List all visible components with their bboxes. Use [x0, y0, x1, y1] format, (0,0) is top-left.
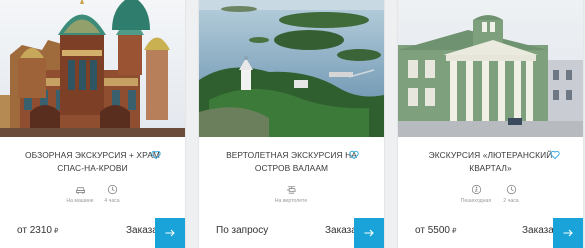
tour-features: На машине 4 часа — [0, 184, 185, 208]
tour-card-lutheran-quarter[interactable]: ЭКСКУРСИЯ «ЛЮТЕРАНСКИЙ КВАРТАЛ» Пешеходн… — [398, 0, 583, 248]
favorite-heart-icon[interactable] — [349, 150, 359, 160]
price: По запросу — [216, 225, 268, 236]
arrow-right-icon — [563, 229, 573, 237]
tour-card-church-savior[interactable]: ОБЗОРНАЯ ЭКСКУРСИЯ + ХРАМ СПАС-НА-КРОВИ … — [0, 0, 185, 248]
tour-photo-lutheran[interactable] — [398, 0, 583, 137]
favorite-heart-icon[interactable] — [550, 150, 560, 160]
feature-label: 4 часа — [104, 198, 120, 204]
order-button[interactable] — [553, 218, 583, 248]
tour-cards: ОБЗОРНАЯ ЭКСКУРСИЯ + ХРАМ СПАС-НА-КРОВИ … — [0, 0, 585, 248]
currency-symbol: ₽ — [53, 228, 59, 235]
order-button[interactable] — [155, 218, 185, 248]
feature-label: 2 часа — [503, 198, 519, 204]
price: от 5500 ₽ — [415, 225, 456, 236]
helicopter-icon — [286, 186, 296, 194]
price-value: от 2310 — [17, 225, 52, 236]
tour-card-valaam-helicopter[interactable]: ВЕРТОЛЕТНАЯ ЭКСКУРСИЯ НА ОСТРОВ ВАЛААМ Н… — [199, 0, 384, 248]
arrow-right-icon — [165, 229, 175, 237]
feature-label: На вертолете — [274, 198, 308, 204]
currency-symbol: ₽ — [451, 228, 457, 235]
price: от 2310 ₽ — [17, 225, 58, 236]
arrow-right-icon — [364, 229, 374, 237]
price-value: от 5500 — [415, 225, 450, 236]
car-icon — [75, 187, 85, 194]
favorite-heart-icon[interactable] — [151, 150, 161, 160]
tour-features: На вертолете — [199, 184, 384, 208]
tour-photo-church-savior[interactable] — [0, 0, 185, 137]
walking-icon — [471, 184, 481, 195]
feature-duration: 2 часа — [486, 184, 536, 204]
order-button[interactable] — [354, 218, 384, 248]
clock-icon — [506, 184, 516, 195]
clock-icon — [107, 184, 117, 195]
feature-transport: На вертолете — [266, 184, 316, 204]
tour-photo-valaam[interactable] — [199, 0, 384, 137]
tour-features: Пешеходная 2 часа — [398, 184, 583, 208]
feature-duration: 4 часа — [87, 184, 137, 204]
price-value: По запросу — [216, 225, 269, 236]
